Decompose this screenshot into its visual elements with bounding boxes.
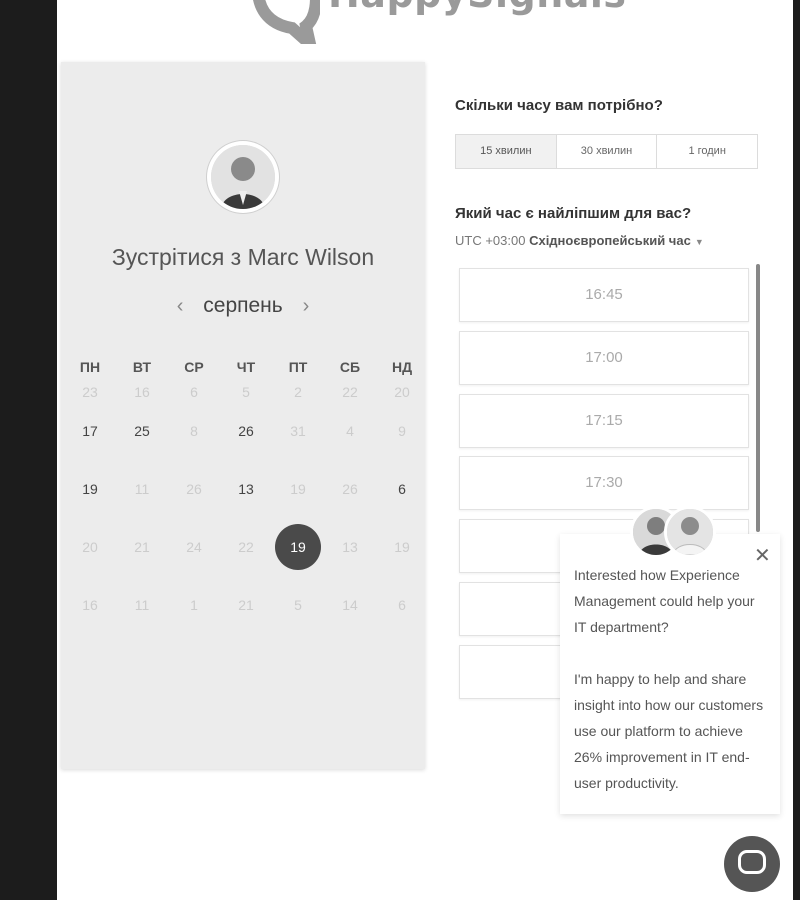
weekday-label: ПТ	[288, 359, 308, 375]
timezone-selector[interactable]: UTC +03:00 Східноєвропейський час ▼	[455, 233, 704, 248]
agent-avatar-icon	[664, 506, 716, 558]
chevron-left-icon[interactable]: ‹	[177, 295, 184, 317]
meeting-title: Зустрітися з Marc Wilson	[111, 244, 375, 270]
calendar-day: 14	[342, 597, 358, 613]
calendar-day: 20	[394, 384, 410, 400]
brand-name: HappySignals	[328, 0, 627, 16]
left-dark-margin	[0, 0, 57, 900]
chevron-right-icon[interactable]: ›	[303, 295, 310, 317]
calendar-day: 9	[398, 423, 406, 439]
weekday-header: ПН ВТ СР ЧТ ПТ СБ НД	[75, 359, 417, 375]
calendar-day: 16	[82, 597, 98, 613]
calendar-day: 16	[134, 384, 150, 400]
caret-down-icon: ▼	[694, 237, 704, 247]
month-navigator: ‹ серпень ›	[61, 294, 425, 318]
calendar-week: 16 11 1 21 5 14 6	[75, 576, 417, 634]
weekday-label: СБ	[339, 359, 361, 375]
calendar-day: 22	[238, 539, 254, 555]
calendar-day: 26	[186, 481, 202, 497]
timezone-offset: UTC +03:00	[455, 233, 526, 248]
time-slot-scrollbar[interactable]	[756, 264, 760, 532]
calendar-day: 6	[190, 384, 198, 400]
calendar-week: 19 11 26 13 19 26 6	[75, 460, 417, 518]
duration-option[interactable]: 1 годин	[657, 135, 757, 168]
calendar-day: 26	[342, 481, 358, 497]
calendar-day-available[interactable]: 19	[75, 481, 105, 497]
calendar-day-available[interactable]: 26	[231, 423, 261, 439]
calendar-day: 5	[294, 597, 302, 613]
calendar-week: 17 25 8 26 31 4 9	[75, 402, 417, 460]
duration-option[interactable]: 30 хвилин	[557, 135, 658, 168]
calendar-day: 31	[290, 423, 306, 439]
calendar-day: 23	[82, 384, 98, 400]
chat-popup: Interested how Experience Management cou…	[560, 534, 780, 814]
chat-message-2: I'm happy to help and share insight into…	[574, 671, 764, 791]
duration-selector: 15 хвилин 30 хвилин 1 годин	[455, 134, 758, 169]
calendar-day: 11	[134, 481, 150, 497]
calendar-week: 23 16 6 5 2 22 20	[75, 382, 417, 402]
weekday-label: СР	[184, 359, 204, 375]
chat-bubble-icon	[738, 850, 766, 874]
speech-bubble-logo-icon	[253, 0, 320, 44]
calendar-day-available[interactable]: 25	[127, 423, 157, 439]
calendar-day: 6	[398, 597, 406, 613]
calendar-day: 20	[82, 539, 98, 555]
calendar-grid: 23 16 6 5 2 22 20 17 25 8 26 31 4 9 19 1…	[75, 382, 417, 634]
time-question: Який час є найліпшим для вас?	[455, 205, 692, 222]
calendar-day-available[interactable]: 6	[387, 481, 417, 497]
chat-launcher-button[interactable]	[724, 836, 780, 892]
calendar-day: 8	[190, 423, 198, 439]
calendar-day-available[interactable]: 17	[75, 423, 105, 439]
weekday-label: ПН	[79, 359, 101, 375]
calendar-day: 21	[238, 597, 254, 613]
time-slot[interactable]: 17:00	[459, 331, 749, 385]
time-slot[interactable]: 16:45	[459, 268, 749, 322]
time-slot[interactable]: 17:15	[459, 394, 749, 448]
calendar-day: 5	[242, 384, 250, 400]
month-label: серпень	[203, 294, 283, 317]
right-dark-margin	[793, 0, 800, 900]
calendar-day: 22	[342, 384, 358, 400]
duration-question: Скільки часу вам потрібно?	[455, 97, 663, 114]
calendar-day: 1	[190, 597, 198, 613]
calendar-day: 4	[346, 423, 354, 439]
calendar-day: 21	[134, 539, 150, 555]
calendar-day-selected[interactable]: 19	[275, 524, 321, 570]
avatar-icon	[211, 145, 275, 209]
weekday-label: НД	[391, 359, 413, 375]
close-icon[interactable]: ✕	[754, 543, 771, 568]
host-card: Зустрітися з Marc Wilson ‹ серпень › ПН …	[61, 62, 425, 769]
weekday-label: ВТ	[132, 359, 152, 375]
calendar-day: 13	[342, 539, 358, 555]
timezone-name: Східноєвропейський час	[529, 233, 691, 248]
calendar-day: 2	[294, 384, 302, 400]
calendar-day: 24	[186, 539, 202, 555]
weekday-label: ЧТ	[236, 359, 256, 375]
chat-agents-avatars	[630, 506, 716, 558]
duration-option-selected[interactable]: 15 хвилин	[456, 135, 557, 168]
calendar-day: 19	[290, 481, 306, 497]
calendar-day: 11	[134, 597, 150, 613]
calendar-day: 19	[394, 539, 410, 555]
calendar-week: 20 21 24 22 19 13 19	[75, 518, 417, 576]
host-avatar	[207, 141, 279, 213]
time-slot[interactable]: 17:30	[459, 456, 749, 510]
chat-message-1: Interested how Experience Management cou…	[574, 567, 755, 635]
calendar-day-available[interactable]: 13	[231, 481, 261, 497]
